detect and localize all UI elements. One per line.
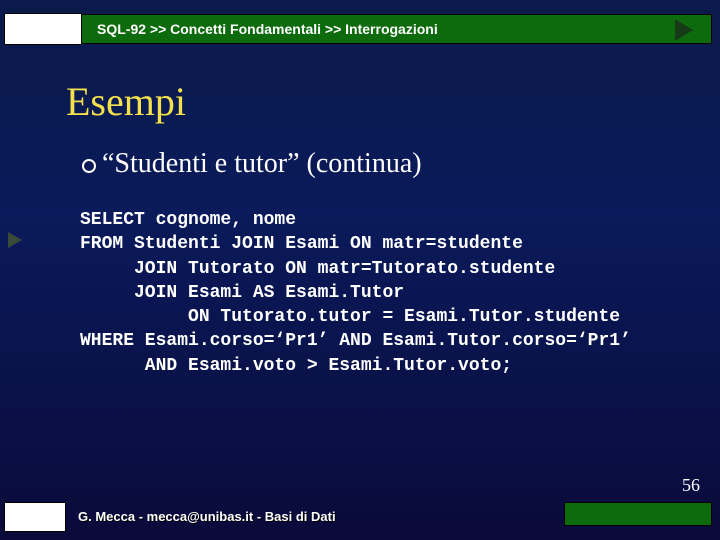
bullet-icon: [82, 159, 96, 173]
sql-code-block: SELECT cognome, nome FROM Studenti JOIN …: [80, 208, 631, 378]
breadcrumb-text: SQL-92 >> Concetti Fondamentali >> Inter…: [97, 21, 438, 37]
next-arrow-icon: [675, 19, 693, 41]
footer-green-box: [564, 502, 712, 526]
side-arrow-icon: [8, 232, 22, 248]
footer-text: G. Mecca - mecca@unibas.it - Basi di Dat…: [78, 509, 336, 524]
breadcrumb-bar: SQL-92 >> Concetti Fondamentali >> Inter…: [58, 14, 712, 44]
slide-title: Esempi: [66, 78, 186, 125]
header-bar: SQL-92 >> Concetti Fondamentali >> Inter…: [0, 14, 720, 44]
subtitle-row: “Studenti e tutor” (continua): [82, 148, 422, 180]
footer-corner-box: [4, 502, 66, 532]
subtitle-text: “Studenti e tutor” (continua): [102, 148, 422, 180]
header-corner-box: [4, 13, 82, 45]
page-number: 56: [682, 475, 700, 496]
